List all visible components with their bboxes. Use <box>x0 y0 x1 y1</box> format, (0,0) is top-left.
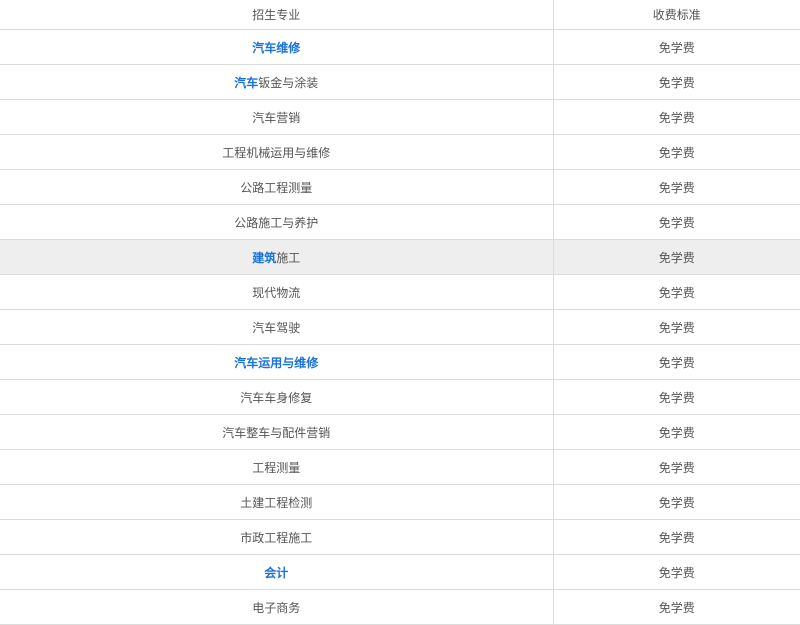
table-row: 土建工程检测 免学费 <box>0 484 800 520</box>
major-text: 公路工程测量 <box>240 180 313 195</box>
table-row: 汽车驾驶 免学费 <box>0 309 800 345</box>
major-text: 市政工程施工 <box>240 530 313 545</box>
table-row: 公路施工与养护 免学费 <box>0 204 800 240</box>
table-row: 汽车运用与维修 免学费 <box>0 344 800 380</box>
table-row: 现代物流 免学费 <box>0 274 800 310</box>
major-cell: 汽车营销 <box>0 99 554 135</box>
table-row: 汽车车身修复 免学费 <box>0 379 800 415</box>
major-link[interactable]: 汽车 <box>234 76 258 90</box>
major-cell: 土建工程检测 <box>0 484 554 520</box>
table-row: 汽车营销 免学费 <box>0 99 800 135</box>
major-cell: 电子商务 <box>0 589 554 625</box>
major-cell: 汽车车身修复 <box>0 379 554 415</box>
fee-cell: 免学费 <box>553 449 800 485</box>
table-row-hovered: 建筑施工 免学费 <box>0 239 800 275</box>
major-text: 汽车车身修复 <box>240 390 313 405</box>
fee-cell: 免学费 <box>553 589 800 625</box>
major-link[interactable]: 汽车运用与维修 <box>234 356 318 370</box>
fee-cell: 免学费 <box>553 309 800 345</box>
major-cell: 汽车维修 <box>0 29 554 65</box>
major-cell: 现代物流 <box>0 274 554 310</box>
major-text: 土建工程检测 <box>240 495 313 510</box>
fee-cell: 免学费 <box>553 519 800 555</box>
header-major: 招生专业 <box>0 0 554 30</box>
header-fee: 收费标准 <box>553 0 800 30</box>
major-text: 施工 <box>276 250 301 265</box>
fee-cell: 免学费 <box>553 484 800 520</box>
table-row: 工程机械运用与维修 免学费 <box>0 134 800 170</box>
fee-cell: 免学费 <box>553 379 800 415</box>
table-row: 汽车钣金与涂装 免学费 <box>0 64 800 100</box>
major-text: 汽车驾驶 <box>252 320 301 335</box>
fee-cell: 免学费 <box>553 204 800 240</box>
major-cell: 工程测量 <box>0 449 554 485</box>
major-text: 工程机械运用与维修 <box>222 145 331 160</box>
major-text: 电子商务 <box>252 600 301 615</box>
major-link[interactable]: 建筑 <box>252 251 276 265</box>
major-cell: 汽车钣金与涂装 <box>0 64 554 100</box>
fee-cell: 免学费 <box>553 239 800 275</box>
major-link[interactable]: 汽车维修 <box>252 41 300 55</box>
major-cell: 会计 <box>0 554 554 590</box>
major-text: 公路施工与养护 <box>234 215 319 230</box>
fee-cell: 免学费 <box>553 554 800 590</box>
major-cell: 汽车驾驶 <box>0 309 554 345</box>
major-cell: 建筑施工 <box>0 239 554 275</box>
table-row: 电子商务 免学费 <box>0 589 800 625</box>
major-cell: 汽车运用与维修 <box>0 344 554 380</box>
major-text: 现代物流 <box>252 285 301 300</box>
fee-cell: 免学费 <box>553 29 800 65</box>
fee-cell: 免学费 <box>553 169 800 205</box>
major-link[interactable]: 会计 <box>264 566 288 580</box>
table-row: 会计 免学费 <box>0 554 800 590</box>
table-header-row: 招生专业 收费标准 <box>0 0 800 30</box>
fee-cell: 免学费 <box>553 99 800 135</box>
major-cell: 公路工程测量 <box>0 169 554 205</box>
major-text: 钣金与涂装 <box>258 75 319 90</box>
major-cell: 公路施工与养护 <box>0 204 554 240</box>
major-text: 汽车整车与配件营销 <box>222 425 331 440</box>
table-row: 汽车整车与配件营销 免学费 <box>0 414 800 450</box>
major-text: 汽车营销 <box>252 110 301 125</box>
fee-cell: 免学费 <box>553 274 800 310</box>
majors-fee-table: 招生专业 收费标准 汽车维修 免学费 汽车钣金与涂装 免学费 汽车营销 免学费 … <box>0 0 800 625</box>
table-row: 工程测量 免学费 <box>0 449 800 485</box>
table-row: 公路工程测量 免学费 <box>0 169 800 205</box>
major-cell: 汽车整车与配件营销 <box>0 414 554 450</box>
fee-cell: 免学费 <box>553 344 800 380</box>
fee-cell: 免学费 <box>553 64 800 100</box>
table-row: 汽车维修 免学费 <box>0 29 800 65</box>
major-cell: 市政工程施工 <box>0 519 554 555</box>
fee-cell: 免学费 <box>553 414 800 450</box>
table-row: 市政工程施工 免学费 <box>0 519 800 555</box>
major-text: 工程测量 <box>252 460 301 475</box>
major-cell: 工程机械运用与维修 <box>0 134 554 170</box>
fee-cell: 免学费 <box>553 134 800 170</box>
